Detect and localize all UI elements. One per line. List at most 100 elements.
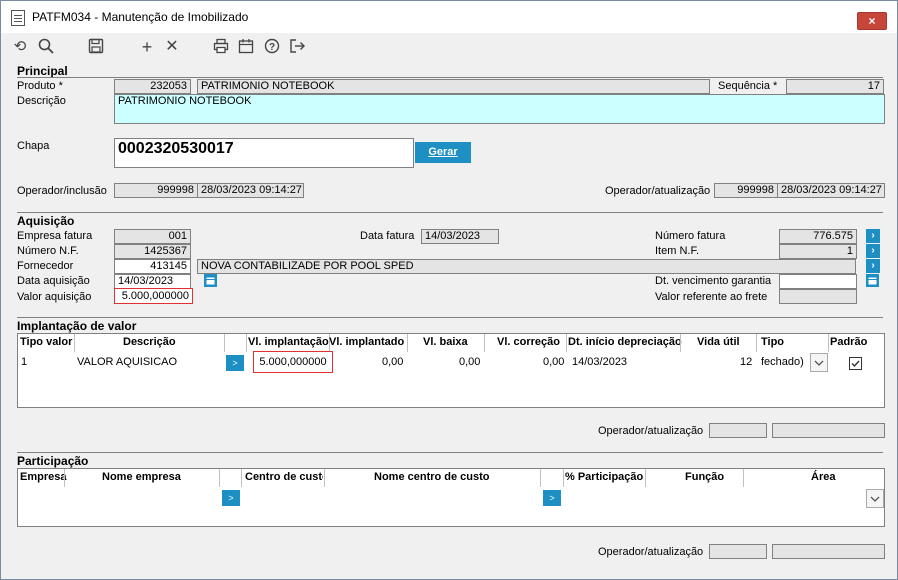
col-separator: [828, 334, 829, 352]
data-aquisicao-field[interactable]: 14/03/2023: [114, 274, 191, 289]
col-header[interactable]: Empresa: [20, 471, 66, 483]
col-header[interactable]: Função: [685, 471, 724, 483]
col-header[interactable]: Vl. baixa: [423, 336, 468, 348]
calendar-icon[interactable]: [237, 38, 255, 56]
col-separator: [743, 469, 744, 487]
fornecedor-code-field[interactable]: 413145: [114, 259, 191, 274]
produto-label: Produto *: [17, 80, 63, 92]
dt-vencimento-field[interactable]: [779, 274, 857, 289]
toolbar: ⟲ + ✕ ?: [1, 34, 897, 62]
col-separator: [246, 334, 247, 352]
lookup-button[interactable]: >: [222, 490, 240, 506]
item-nf-arrow-icon[interactable]: ›: [866, 244, 880, 258]
operador-inclusao-date: 28/03/2023 09:14:27: [197, 183, 304, 198]
operador-atualizacao-date: 28/03/2023 09:14:27: [777, 183, 885, 198]
search-icon[interactable]: [37, 38, 55, 56]
col-header[interactable]: Nome empresa: [102, 471, 181, 483]
print-icon[interactable]: [212, 38, 230, 56]
col-header[interactable]: % Participação: [565, 471, 643, 483]
col-header[interactable]: Nome centro de custo: [374, 471, 490, 483]
gerar-button[interactable]: Gerar: [415, 142, 471, 163]
exit-icon[interactable]: [288, 38, 306, 56]
lookup-button[interactable]: >: [543, 490, 561, 506]
svg-text:?: ?: [269, 42, 275, 53]
cell-tipo-select[interactable]: fechado): [761, 356, 804, 368]
chapa-field[interactable]: 0002320530017: [114, 138, 414, 168]
cell-vl-correcao: 0,00: [543, 356, 565, 368]
save-icon[interactable]: [87, 38, 105, 56]
col-header[interactable]: Tipo: [761, 336, 784, 348]
implantacao-operador-label: Operador/atualização: [598, 425, 704, 437]
implantacao-operador-user: [709, 423, 767, 438]
col-header[interactable]: Vl. implantado: [329, 336, 404, 348]
section-title-participacao: Participação: [17, 454, 89, 468]
undo-icon[interactable]: ⟲: [11, 38, 29, 56]
numero-fatura-arrow-icon[interactable]: ›: [866, 229, 880, 243]
cell-vida-util[interactable]: 12: [740, 356, 752, 368]
fornecedor-arrow-icon[interactable]: ›: [866, 259, 880, 273]
data-aquisicao-label: Data aquisição: [17, 275, 90, 287]
data-fatura-field: 14/03/2023: [421, 229, 499, 244]
valor-frete-field[interactable]: [779, 289, 857, 304]
section-title-principal: Principal: [17, 64, 68, 78]
col-separator: [407, 334, 408, 352]
numero-nf-field[interactable]: 1425367: [114, 244, 191, 259]
col-header[interactable]: Vl. implantação: [248, 336, 329, 348]
numero-fatura-label: Número fatura: [655, 230, 726, 242]
cell-tipo-valor[interactable]: 1: [21, 356, 27, 368]
col-header[interactable]: Tipo valor: [20, 336, 72, 348]
col-header[interactable]: Dt. início depreciação: [568, 336, 682, 348]
descricao-label: Descrição: [17, 95, 66, 107]
col-header[interactable]: Vl. correção: [497, 336, 560, 348]
sequencia-label: Sequência *: [718, 80, 778, 92]
operador-atualizacao-label: Operador/atualização: [605, 185, 711, 197]
col-separator: [540, 469, 541, 487]
sequencia-field[interactable]: 17: [786, 79, 884, 94]
col-separator: [484, 334, 485, 352]
cell-vl-implantado: 0,00: [382, 356, 404, 368]
delete-icon[interactable]: ✕: [163, 38, 181, 56]
divider: [17, 452, 883, 453]
lookup-button[interactable]: >: [226, 355, 244, 371]
cell-descricao[interactable]: VALOR AQUISICAO: [77, 356, 177, 368]
cell-vl-baixa: 0,00: [459, 356, 481, 368]
participacao-operador-label: Operador/atualização: [598, 546, 704, 558]
col-separator: [64, 469, 65, 487]
cell-vl-implantacao[interactable]: 5.000,000000: [253, 351, 333, 373]
implantacao-grid: Tipo valor Descrição Vl. implantação Vl.…: [17, 333, 885, 408]
produto-name-field: PATRIMONIO NOTEBOOK: [197, 79, 710, 94]
cell-dt-inicio[interactable]: 14/03/2023: [572, 356, 627, 368]
col-header[interactable]: Vida útil: [697, 336, 740, 348]
dt-vencimento-calendar-icon[interactable]: [866, 274, 879, 287]
col-header[interactable]: Área: [811, 471, 835, 483]
participacao-grid: Empresa Nome empresa Centro de custo Nom…: [17, 468, 885, 527]
col-header[interactable]: Centro de custo: [245, 471, 323, 483]
produto-code-field[interactable]: 232053: [114, 79, 191, 94]
empresa-fatura-field[interactable]: 001: [114, 229, 191, 244]
add-icon[interactable]: +: [138, 38, 156, 56]
title-bar: PATFM034 - Manutenção de Imobilizado ×: [1, 1, 897, 33]
help-icon[interactable]: ?: [263, 38, 281, 56]
valor-frete-label: Valor referente ao frete: [655, 291, 768, 303]
col-separator: [680, 334, 681, 352]
implantacao-operador-date: [772, 423, 885, 438]
valor-aquisicao-field[interactable]: 5.000,000000: [114, 288, 193, 304]
data-aquisicao-calendar-icon[interactable]: [204, 274, 217, 287]
fornecedor-name-field: NOVA CONTABILIZADE POR POOL SPED: [197, 259, 856, 274]
operador-inclusao-label: Operador/inclusão: [17, 185, 107, 197]
col-header[interactable]: Padrão: [830, 336, 867, 348]
operador-atualizacao-user: 999998: [714, 183, 778, 198]
close-button[interactable]: ×: [857, 12, 887, 30]
divider: [17, 317, 883, 318]
data-fatura-label: Data fatura: [360, 230, 415, 242]
chevron-down-icon[interactable]: [866, 489, 884, 508]
fornecedor-label: Fornecedor: [17, 260, 74, 272]
chevron-down-icon[interactable]: [810, 353, 828, 372]
col-header[interactable]: Descrição: [123, 336, 176, 348]
col-separator: [224, 334, 225, 352]
col-separator: [756, 334, 757, 352]
valor-aquisicao-label: Valor aquisição: [17, 291, 92, 303]
padrao-checkbox[interactable]: [849, 357, 862, 370]
empresa-fatura-label: Empresa fatura: [17, 230, 93, 242]
descricao-field[interactable]: PATRIMONIO NOTEBOOK: [114, 94, 885, 124]
